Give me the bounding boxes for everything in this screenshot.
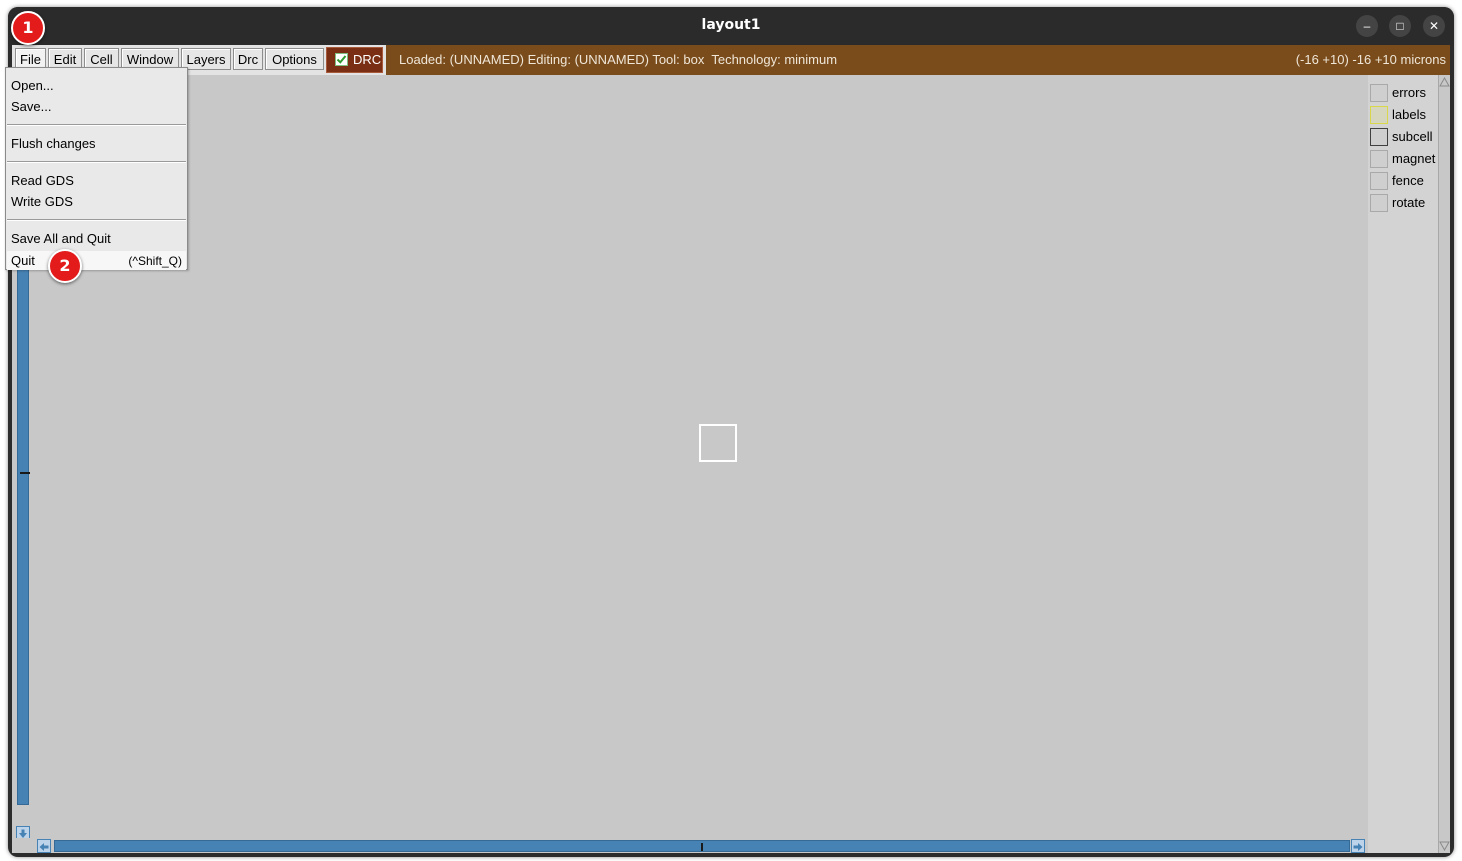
menu-item-save-all-and-quit[interactable]: Save All and Quit <box>11 231 111 246</box>
menu-layers[interactable]: Layers <box>181 48 231 70</box>
layer-label: errors <box>1392 85 1426 100</box>
status-bar: Loaded: (UNNAMED) Editing: (UNNAMED) Too… <box>386 45 1450 75</box>
menu-options[interactable]: Options <box>265 48 324 70</box>
menu-separator <box>7 124 186 126</box>
layer-labels[interactable]: labels <box>1370 105 1438 125</box>
layer-label: rotate <box>1392 195 1426 210</box>
menu-separator <box>7 161 186 163</box>
title-bar: layout1 – □ ✕ <box>8 7 1454 45</box>
layer-magnet[interactable]: magnet <box>1370 149 1438 169</box>
window-title: layout1 <box>701 17 761 33</box>
layer-swatch[interactable] <box>1370 194 1388 212</box>
horizontal-scroll-track[interactable] <box>54 840 1350 852</box>
menu-item-open[interactable]: Open... <box>11 78 54 93</box>
scroll-right-arrow-icon[interactable] <box>1351 839 1365 853</box>
step-marker-2: 2 <box>48 249 82 283</box>
layers-panel: errors labels subcell magnet fence rotat… <box>1368 75 1438 853</box>
maximize-button[interactable]: □ <box>1389 15 1411 37</box>
menu-bar: File Edit Cell Window Layers Drc Options… <box>12 45 1450 75</box>
layers-scrollbar[interactable] <box>1438 75 1450 853</box>
magic-layout-window: layout1 – □ ✕ File Edit Cell Window Laye… <box>8 7 1454 857</box>
status-info: Loaded: (UNNAMED) Editing: (UNNAMED) Too… <box>399 52 838 67</box>
menu-item-read-gds[interactable]: Read GDS <box>11 173 74 188</box>
step-marker-1: 1 <box>11 11 45 45</box>
client-area: File Edit Cell Window Layers Drc Options… <box>12 45 1450 853</box>
layout-canvas[interactable] <box>32 75 1368 838</box>
menu-item-save[interactable]: Save... <box>11 99 51 114</box>
minimize-button[interactable]: – <box>1356 15 1378 37</box>
drc-checkbox[interactable] <box>335 53 348 66</box>
layer-rotate[interactable]: rotate <box>1370 193 1438 213</box>
scroll-left-arrow-icon[interactable] <box>37 839 51 853</box>
drc-toggle-button[interactable]: DRC <box>326 47 383 73</box>
layer-errors[interactable]: errors <box>1370 83 1438 103</box>
close-button[interactable]: ✕ <box>1423 15 1445 37</box>
menu-item-quit[interactable]: Quit (^Shift_Q) <box>7 251 186 270</box>
layer-swatch[interactable] <box>1370 128 1388 146</box>
quit-shortcut: (^Shift_Q) <box>128 254 182 268</box>
layer-fence[interactable]: fence <box>1370 171 1438 191</box>
vertical-scroll-thumb[interactable] <box>20 472 30 474</box>
box-tool-cursor <box>699 424 737 462</box>
layer-label: fence <box>1392 173 1424 188</box>
menu-item-flush-changes[interactable]: Flush changes <box>11 136 96 151</box>
layer-swatch[interactable] <box>1370 106 1388 124</box>
layer-label: labels <box>1392 107 1426 122</box>
cursor-coordinates: (-16 +10) -16 +10 microns <box>1295 52 1446 67</box>
layer-label: subcell <box>1392 129 1433 144</box>
horizontal-scrollbar[interactable] <box>12 838 1370 853</box>
menu-item-write-gds[interactable]: Write GDS <box>11 194 73 209</box>
layer-swatch[interactable] <box>1370 84 1388 102</box>
layer-swatch[interactable] <box>1370 150 1388 168</box>
scroll-up-arrow-icon[interactable] <box>1439 77 1450 87</box>
drc-toggle-label: DRC <box>353 52 382 67</box>
layer-swatch[interactable] <box>1370 172 1388 190</box>
file-menu-dropdown: Open... Save... Flush changes Read GDS W… <box>5 67 188 270</box>
layer-subcell[interactable]: subcell <box>1370 127 1438 147</box>
menu-drc[interactable]: Drc <box>233 48 263 70</box>
menu-separator <box>7 219 186 221</box>
menu-item-quit-label: Quit <box>11 253 35 268</box>
scroll-down-arrow-icon[interactable] <box>1439 841 1450 851</box>
horizontal-scroll-thumb[interactable] <box>701 843 703 851</box>
layer-label: magnet <box>1392 151 1436 166</box>
